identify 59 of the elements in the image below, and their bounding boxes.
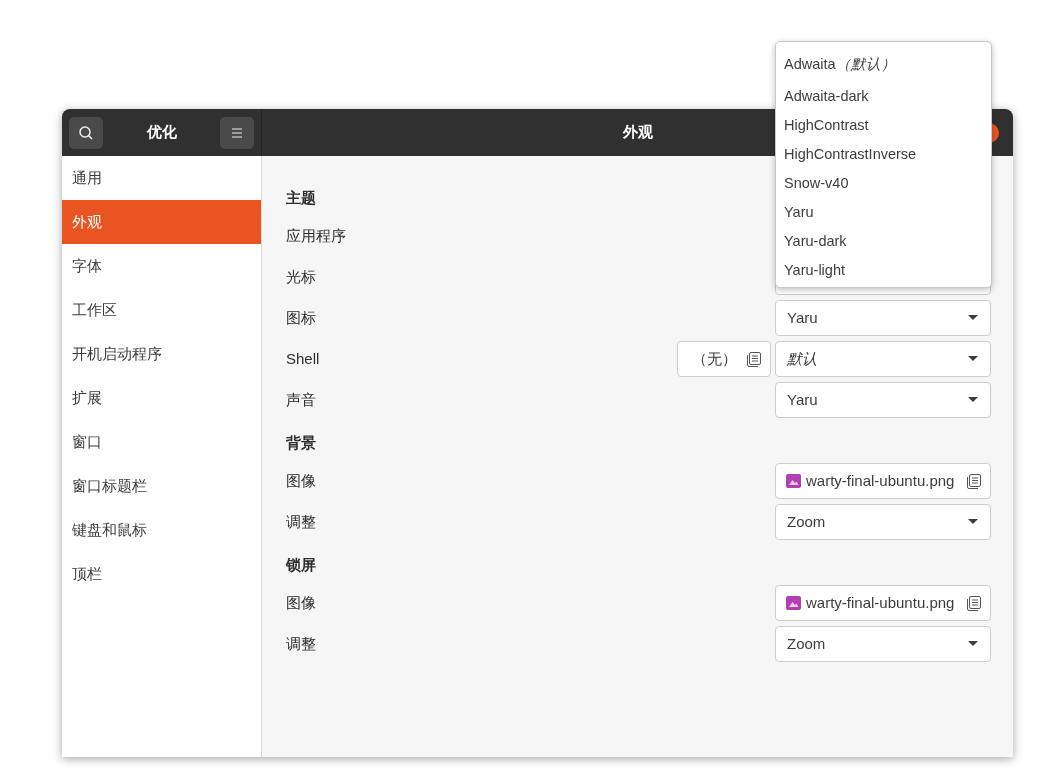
caret-icon — [968, 641, 978, 647]
caret-icon — [968, 397, 978, 403]
search-button[interactable] — [69, 116, 103, 149]
sidebar-item[interactable]: 窗口 — [62, 420, 261, 464]
menu-item[interactable]: Snow-v40 — [776, 169, 991, 198]
menu-item[interactable]: Yaru-dark — [776, 227, 991, 256]
dropdown-value: 默认 — [787, 348, 817, 369]
setting-label: 调整 — [286, 633, 316, 654]
section-heading: 背景 — [286, 432, 316, 453]
sidebar-item[interactable]: 开机启动程序 — [62, 332, 261, 376]
search-icon — [78, 124, 94, 141]
setting-label: 图像 — [286, 470, 316, 491]
document-icon — [967, 473, 981, 489]
sidebar-item[interactable]: 顶栏 — [62, 552, 261, 596]
sidebar-item[interactable]: 外观 — [62, 200, 261, 244]
dropdown[interactable]: Yaru — [775, 382, 991, 418]
menu-button[interactable] — [220, 116, 254, 149]
menu-item[interactable]: Adwaita-dark — [776, 82, 991, 111]
file-chooser-button[interactable]: （无） — [677, 341, 771, 377]
dropdown[interactable]: 默认 — [775, 341, 991, 377]
image-icon — [786, 474, 801, 488]
dropdown-value: Zoom — [787, 633, 826, 654]
app-title: 优化 — [146, 122, 177, 143]
file-chooser-button[interactable]: warty-final-ubuntu.png — [775, 585, 991, 621]
file-chooser-button[interactable]: warty-final-ubuntu.png — [775, 463, 991, 499]
menu-item[interactable]: Adwaita（默认） — [776, 49, 991, 81]
setting-label: 调整 — [286, 511, 316, 532]
document-icon — [747, 351, 761, 367]
window-title: 外观 — [622, 122, 653, 143]
menu-item[interactable]: HighContrastInverse — [776, 140, 991, 169]
dropdown[interactable]: Yaru — [775, 300, 991, 336]
menu-item[interactable]: Yaru-light — [776, 256, 991, 285]
section-heading: 主题 — [286, 187, 316, 208]
menu-icon — [231, 127, 243, 138]
setting-label: 声音 — [286, 389, 316, 410]
caret-icon — [968, 519, 978, 525]
dropdown-value: Yaru — [787, 307, 818, 328]
dropdown[interactable]: Zoom — [775, 626, 991, 662]
setting-label: 应用程序 — [286, 225, 346, 246]
sidebar-item[interactable]: 键盘和鼠标 — [62, 508, 261, 552]
document-icon — [967, 595, 981, 611]
setting-label: 图像 — [286, 592, 316, 613]
menu-item[interactable]: HighContrast — [776, 111, 991, 140]
sidebar-item[interactable]: 通用 — [62, 156, 261, 200]
image-icon — [786, 596, 801, 610]
sidebar-item[interactable]: 扩展 — [62, 376, 261, 420]
sidebar-item[interactable]: 窗口标题栏 — [62, 464, 261, 508]
sidebar-item[interactable]: 工作区 — [62, 288, 261, 332]
menu-item[interactable]: Yaru — [776, 198, 991, 227]
setting-label: Shell — [286, 348, 320, 369]
caret-icon — [968, 356, 978, 362]
dropdown[interactable]: Zoom — [775, 504, 991, 540]
sidebar-item[interactable]: 字体 — [62, 244, 261, 288]
setting-label: 图标 — [286, 307, 316, 328]
dropdown-value: Zoom — [787, 511, 826, 532]
section-heading: 锁屏 — [286, 554, 316, 575]
caret-icon — [968, 315, 978, 321]
setting-label: 光标 — [286, 266, 316, 287]
dropdown-value: Yaru — [787, 389, 818, 410]
